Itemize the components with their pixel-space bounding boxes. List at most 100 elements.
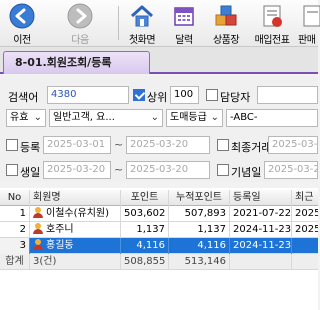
date-range-separator: ~ bbox=[114, 138, 124, 151]
calendar-icon bbox=[174, 7, 194, 26]
member-icon bbox=[33, 223, 43, 234]
row-no: 1 bbox=[0, 206, 30, 222]
column-header-no[interactable]: No bbox=[0, 190, 30, 206]
toolbar-divider bbox=[118, 6, 119, 40]
footer-empty bbox=[292, 254, 318, 270]
row-total-points: 1,137 bbox=[169, 222, 230, 238]
column-header-recent[interactable]: 최근 bbox=[292, 190, 318, 206]
search-label: 검색어 bbox=[8, 91, 39, 104]
anniversary-from[interactable]: 2025-03-2 bbox=[264, 161, 318, 179]
birthday-checkbox[interactable] bbox=[6, 164, 18, 176]
back-button[interactable]: 이전 bbox=[4, 2, 40, 46]
rank-checkbox[interactable] bbox=[133, 89, 145, 101]
row-points: 503,602 bbox=[121, 206, 169, 222]
reg-date-label: 등록 bbox=[20, 141, 41, 154]
chevron-down-icon: ⌄ bbox=[33, 112, 42, 123]
column-header-points[interactable]: 포인트 bbox=[121, 190, 169, 206]
forward-arrow-icon bbox=[67, 3, 93, 29]
row-reg-date: 2021-07-22 bbox=[230, 206, 292, 222]
calendar-label: 달력 bbox=[175, 35, 193, 46]
row-name: 호주니 bbox=[30, 222, 121, 238]
column-header-total-points[interactable]: 누적포인트 bbox=[169, 190, 230, 206]
row-no: 3 bbox=[0, 238, 30, 254]
reg-date-checkbox[interactable] bbox=[6, 139, 18, 151]
row-reg-date: 2024-11-23 bbox=[230, 238, 292, 254]
sales-button[interactable]: 판매 bbox=[298, 2, 320, 46]
row-recent: 2025 bbox=[295, 224, 318, 235]
grade-select[interactable]: 도매등급 ⌄ bbox=[166, 109, 223, 127]
sales-icon bbox=[303, 5, 320, 27]
row-total-points: 4,116 bbox=[169, 238, 230, 254]
grade-select-value: 도매등급 bbox=[170, 112, 207, 123]
member-name: 호주니 bbox=[46, 224, 74, 235]
customer-type-value: 일반고객, 요... bbox=[53, 112, 115, 123]
column-header-reg-date[interactable]: 등록일 bbox=[230, 190, 292, 206]
rank-count-input[interactable]: 100 bbox=[170, 86, 199, 104]
last-trade-label: 최종거래 bbox=[231, 141, 272, 154]
manager-checkbox[interactable] bbox=[206, 89, 218, 101]
toolbar: 이전 다음 첫화면 달력 상품장 매입전표 판매 bbox=[0, 0, 320, 47]
row-points: 4,116 bbox=[121, 238, 169, 254]
member-icon bbox=[33, 207, 43, 218]
member-icon bbox=[33, 239, 43, 250]
grade-text-input[interactable]: -ABC- bbox=[226, 109, 318, 127]
chevron-down-icon: ⌄ bbox=[210, 112, 219, 123]
date-range-separator: ~ bbox=[114, 163, 124, 176]
footer-total-points-sum: 513,146 bbox=[169, 254, 230, 270]
sales-label: 판매 bbox=[298, 35, 316, 46]
last-trade-checkbox[interactable] bbox=[217, 139, 229, 151]
reg-date-to[interactable]: 2025-03-20 bbox=[126, 136, 210, 154]
anniversary-checkbox[interactable] bbox=[217, 164, 229, 176]
purchase-slip-icon bbox=[263, 5, 282, 27]
row-no: 2 bbox=[0, 222, 30, 238]
reg-date-from[interactable]: 2025-03-01 bbox=[43, 136, 111, 154]
manager-label: 담당자 bbox=[220, 91, 251, 104]
purchase-slip-button[interactable]: 매입전표 bbox=[254, 2, 290, 46]
calendar-button[interactable]: 달력 bbox=[166, 2, 202, 46]
table-footer: 합계 3(건) 508,855 513,146 bbox=[0, 254, 318, 270]
status-select-value: 유효 bbox=[10, 112, 29, 123]
table-row[interactable]: 1 이철수(유치원) 503,602 507,893 2021-07-22 20… bbox=[0, 206, 318, 222]
table-row-selected[interactable]: 3 홍길동 4,116 4,116 2024-11-23 bbox=[0, 238, 318, 254]
status-select[interactable]: 유효 ⌄ bbox=[6, 109, 46, 127]
member-name: 홍길동 bbox=[46, 240, 74, 251]
home-label: 첫화면 bbox=[128, 35, 156, 46]
footer-count: 3(건) bbox=[30, 254, 121, 270]
birthday-from[interactable]: 2025-03-20 bbox=[43, 161, 111, 179]
row-recent: 2025 bbox=[295, 208, 318, 219]
table-header: No 회원명 포인트 누적포인트 등록일 최근 bbox=[0, 190, 318, 206]
member-table: No 회원명 포인트 누적포인트 등록일 최근 1 이철수(유치원) 503,6… bbox=[0, 188, 318, 310]
birthday-label: 생일 bbox=[20, 166, 41, 179]
forward-label: 다음 bbox=[71, 35, 89, 46]
tab-strip: 8-01.회원조회/등록 bbox=[0, 47, 318, 74]
row-reg-date: 2024-11-23 bbox=[230, 222, 292, 238]
home-button[interactable]: 첫화면 bbox=[124, 2, 160, 46]
back-label: 이전 bbox=[13, 35, 31, 46]
rank-checkbox-label: 상위 bbox=[147, 91, 168, 104]
footer-points-sum: 508,855 bbox=[121, 254, 169, 270]
member-name: 이철수(유치원) bbox=[46, 208, 110, 219]
tab-member-lookup[interactable]: 8-01.회원조회/등록 bbox=[3, 51, 150, 74]
purchase-slip-label: 매입전표 bbox=[254, 35, 290, 46]
birthday-to[interactable]: 2025-03-20 bbox=[126, 161, 210, 179]
back-arrow-icon bbox=[9, 3, 35, 29]
product-ledger-button[interactable]: 상품장 bbox=[208, 2, 244, 46]
last-trade-from[interactable]: 2025-03-0 bbox=[268, 136, 318, 154]
customer-type-select[interactable]: 일반고객, 요... ⌄ bbox=[49, 109, 163, 127]
manager-input[interactable] bbox=[257, 86, 318, 104]
chevron-down-icon: ⌄ bbox=[150, 112, 159, 123]
product-ledger-label: 상품장 bbox=[212, 35, 240, 46]
forward-button[interactable]: 다음 bbox=[62, 2, 98, 46]
row-total-points: 507,893 bbox=[169, 206, 230, 222]
row-recent bbox=[292, 238, 318, 254]
search-input[interactable]: 4380 bbox=[47, 86, 129, 104]
anniversary-label: 기념일 bbox=[231, 166, 262, 179]
footer-label: 합계 bbox=[0, 254, 30, 270]
row-name: 이철수(유치원) bbox=[30, 206, 121, 222]
footer-empty bbox=[230, 254, 292, 270]
table-row[interactable]: 2 호주니 1,137 1,137 2024-11-23 2025 bbox=[0, 222, 318, 238]
column-header-name[interactable]: 회원명 bbox=[30, 190, 121, 206]
row-name: 홍길동 bbox=[30, 238, 121, 254]
home-icon bbox=[130, 5, 154, 27]
row-points: 1,137 bbox=[121, 222, 169, 238]
